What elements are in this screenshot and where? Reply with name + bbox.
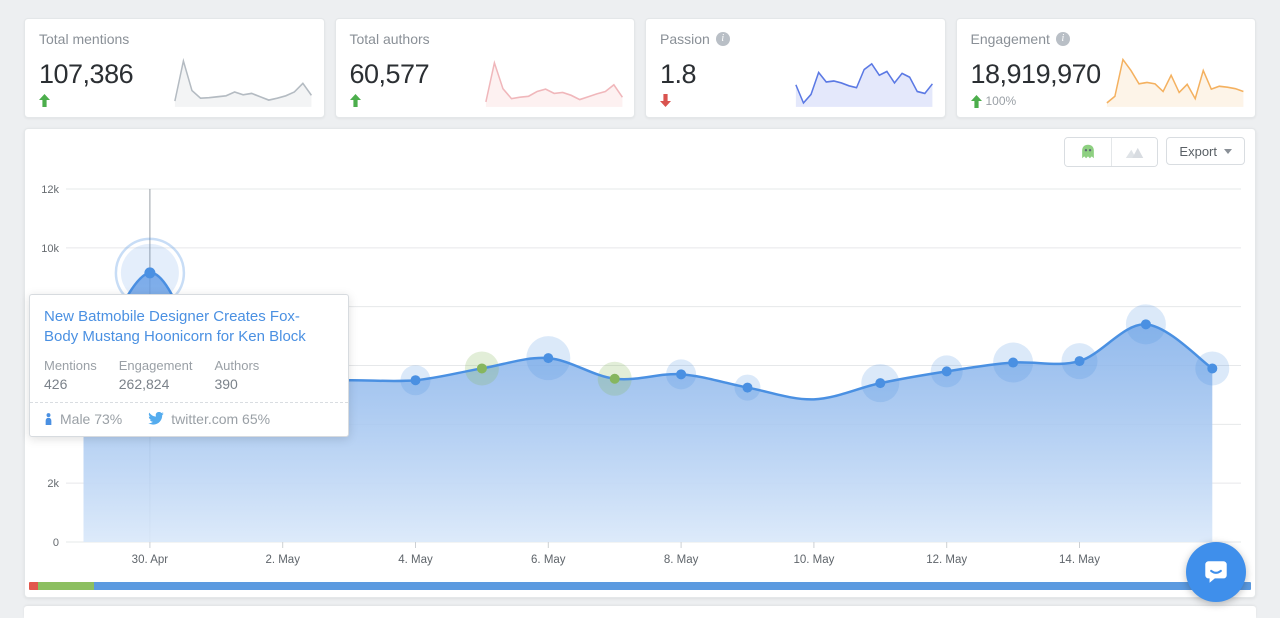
trend-down-icon	[660, 94, 671, 107]
kpi-cards-row: Total mentions 107,386 Total authors 60,…	[24, 18, 1256, 118]
tooltip-stat-value: 390	[214, 376, 259, 392]
passion-value: 1.8	[660, 59, 931, 90]
tooltip-stat-label: Engagement	[119, 358, 193, 373]
svg-text:2k: 2k	[47, 478, 59, 490]
area-chart-icon	[1124, 145, 1146, 160]
chart-tooltip: New Batmobile Designer Creates Fox-Body …	[29, 294, 349, 437]
card-title: Engagement	[971, 31, 1050, 47]
total-authors-value: 60,577	[350, 59, 621, 90]
next-card-edge	[24, 606, 1256, 618]
passion-card: Passion i 1.8	[645, 18, 946, 118]
sentiment-segment-neutral[interactable]	[94, 582, 1251, 590]
svg-text:8. May: 8. May	[664, 554, 699, 566]
tooltip-stat-value: 426	[44, 376, 97, 392]
svg-text:30. Apr: 30. Apr	[132, 554, 169, 566]
export-button[interactable]: Export	[1166, 137, 1245, 165]
svg-text:10k: 10k	[41, 243, 59, 255]
svg-text:4. May: 4. May	[398, 554, 433, 566]
trend-up-icon	[350, 94, 361, 107]
male-percent: Male 73%	[60, 411, 122, 427]
sentiment-segment-negative[interactable]	[29, 582, 38, 590]
sentiment-bar[interactable]	[29, 582, 1251, 590]
mentions-creature-icon	[1079, 143, 1097, 161]
sentiment-segment-positive[interactable]	[38, 582, 94, 590]
chat-bubble-icon	[1201, 557, 1231, 587]
engagement-card: Engagement i 18,919,970 100%	[956, 18, 1257, 118]
svg-text:6. May: 6. May	[531, 554, 566, 566]
chart-toolbar: Export	[1064, 137, 1245, 167]
mentions-chart-card: Export 02k4k6k8k10k12k30. Apr2. May4. Ma…	[24, 128, 1256, 598]
chart-view-toggle	[1064, 137, 1158, 167]
svg-text:10. May: 10. May	[793, 554, 834, 566]
trend-up-icon	[39, 94, 50, 107]
card-title: Total mentions	[39, 31, 310, 47]
trend-up-icon	[971, 95, 982, 108]
engagement-value: 18,919,970	[971, 59, 1242, 90]
male-icon	[44, 412, 53, 426]
total-mentions-card: Total mentions 107,386	[24, 18, 325, 118]
card-title: Total authors	[350, 31, 621, 47]
twitter-percent: twitter.com 65%	[171, 411, 270, 427]
mentions-creature-button[interactable]	[1065, 138, 1111, 166]
intercom-chat-button[interactable]	[1186, 542, 1246, 602]
svg-text:12. May: 12. May	[926, 554, 967, 566]
svg-text:12k: 12k	[41, 184, 59, 196]
svg-text:14. May: 14. May	[1059, 554, 1100, 566]
trend-percent: 100%	[986, 94, 1017, 108]
tooltip-stat-value: 262,824	[119, 376, 193, 392]
total-authors-card: Total authors 60,577	[335, 18, 636, 118]
total-mentions-value: 107,386	[39, 59, 310, 90]
card-title: Passion	[660, 31, 710, 47]
tooltip-stat-label: Authors	[214, 358, 259, 373]
area-chart-button[interactable]	[1111, 138, 1157, 166]
info-icon[interactable]: i	[1056, 32, 1070, 46]
export-label: Export	[1179, 144, 1217, 159]
svg-text:0: 0	[53, 537, 59, 549]
tooltip-story-link[interactable]: New Batmobile Designer Creates Fox-Body …	[44, 307, 334, 348]
chevron-down-icon	[1224, 149, 1232, 154]
svg-text:2. May: 2. May	[265, 554, 300, 566]
twitter-icon	[148, 412, 164, 425]
info-icon[interactable]: i	[716, 32, 730, 46]
divider	[30, 402, 348, 403]
tooltip-stat-label: Mentions	[44, 358, 97, 373]
